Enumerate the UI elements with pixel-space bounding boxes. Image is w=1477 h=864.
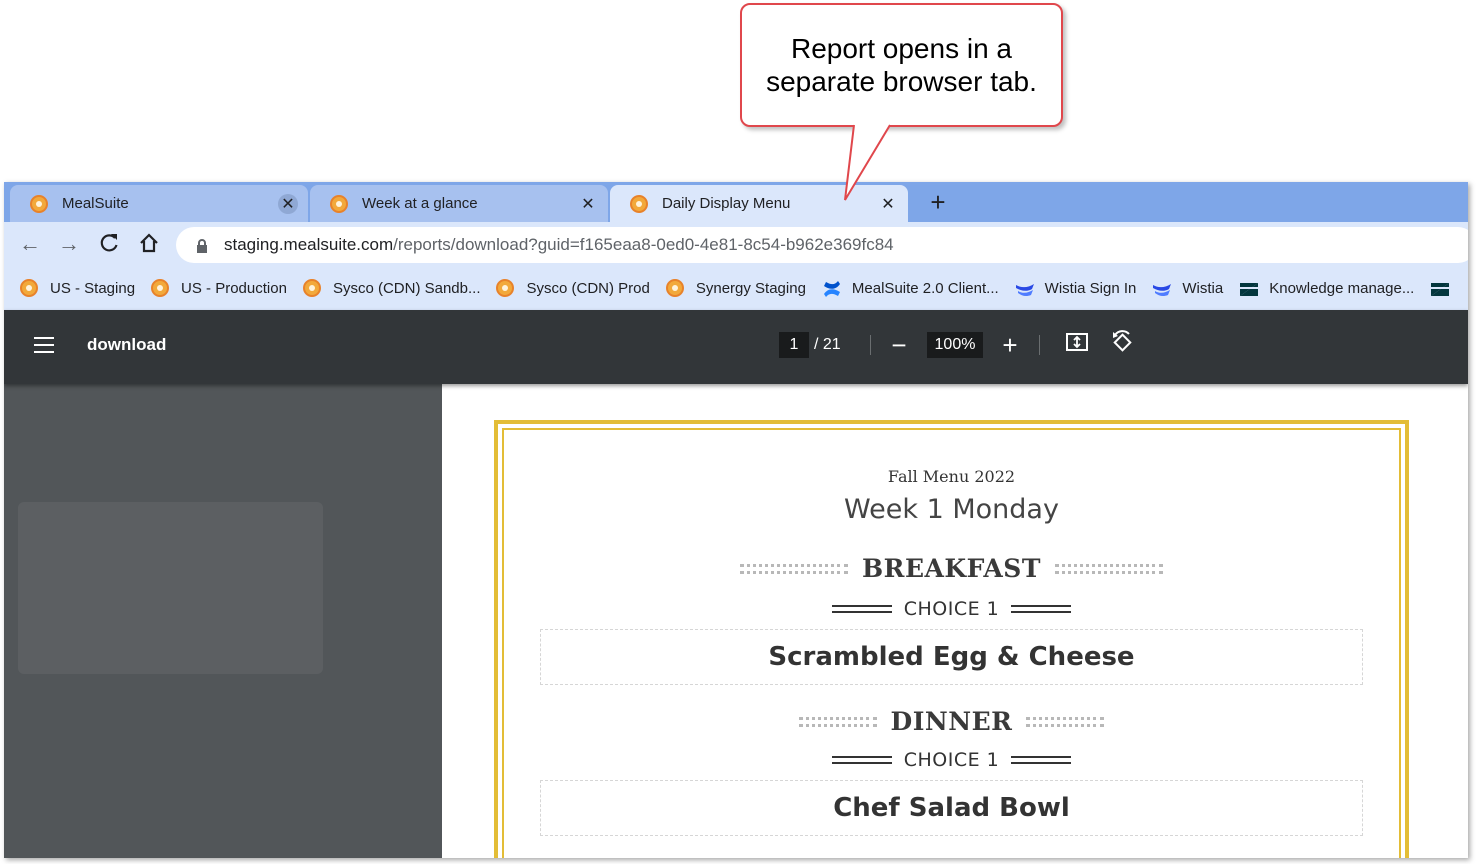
- dotted-divider: [1026, 716, 1105, 727]
- zoom-in-icon[interactable]: +: [995, 330, 1025, 360]
- browser-toolbar: ← → staging.mealsuite.com/reports/downlo…: [4, 222, 1468, 266]
- choice-heading: CHOICE 1: [498, 749, 1405, 771]
- url-host: staging.mealsuite.com: [224, 235, 394, 254]
- thumbnail-sidebar: [4, 384, 442, 858]
- toolbar-divider: [1039, 335, 1040, 355]
- bookmark-synergy-staging[interactable]: Synergy Staging: [665, 279, 806, 297]
- home-icon[interactable]: [137, 232, 161, 256]
- bookmark-label: Synergy Staging: [695, 279, 806, 297]
- zoom-level-input[interactable]: 100%: [927, 332, 983, 358]
- mealsuite-icon: [496, 279, 515, 297]
- choice-label: CHOICE 1: [903, 598, 1000, 620]
- dotted-divider: [798, 716, 877, 727]
- bookmark-sysco-prod[interactable]: Sysco (CDN) Prod: [496, 279, 650, 297]
- new-tab-button[interactable]: +: [924, 188, 952, 216]
- bookmark-overflow[interactable]: [1430, 279, 1460, 297]
- callout-annotation: Report opens in a separate browser tab.: [740, 3, 1063, 127]
- bookmark-label: Knowledge manage...: [1269, 279, 1415, 297]
- bookmark-label: Sysco (CDN) Prod: [526, 279, 650, 297]
- pdf-page: Fall Menu 2022 Week 1 Monday BREAKFAST C…: [494, 420, 1409, 858]
- dotted-divider: [1054, 563, 1163, 574]
- meal-title: BREAKFAST: [862, 554, 1041, 583]
- tab-week-at-a-glance[interactable]: Week at a glance ✕: [310, 185, 608, 222]
- rotate-icon[interactable]: [1107, 330, 1137, 360]
- zoom-out-icon[interactable]: −: [884, 330, 914, 360]
- bookmark-label: MealSuite 2.0 Client...: [851, 279, 999, 297]
- tab-label: Daily Display Menu: [662, 195, 791, 212]
- menu-icon[interactable]: [34, 337, 54, 353]
- bookmark-label: US - Production: [181, 279, 287, 297]
- fit-to-page-icon[interactable]: [1062, 330, 1092, 360]
- bookmark-mealsuite-client[interactable]: MealSuite 2.0 Client...: [822, 279, 999, 297]
- bookmark-label: Wistia: [1182, 279, 1224, 297]
- mealsuite-icon: [630, 194, 648, 213]
- meal-section-breakfast: BREAKFAST: [498, 554, 1405, 583]
- bookmark-wistia-sign-in[interactable]: Wistia Sign In: [1015, 279, 1137, 297]
- close-icon[interactable]: ✕: [278, 194, 298, 214]
- tab-label: MealSuite: [62, 195, 129, 212]
- menu-subtitle: Fall Menu 2022: [887, 467, 1016, 486]
- double-line-divider: [1011, 756, 1072, 764]
- dotted-divider: [740, 563, 849, 574]
- mealsuite-icon: [330, 194, 348, 213]
- zendesk-icon: [1239, 279, 1260, 297]
- browser-window: MealSuite ✕ Week at a glance ✕ Daily Dis…: [4, 182, 1468, 858]
- bookmark-sysco-sandbox[interactable]: Sysco (CDN) Sandb...: [302, 279, 481, 297]
- tab-label: Week at a glance: [362, 195, 478, 212]
- tab-daily-display-menu[interactable]: Daily Display Menu ✕: [610, 185, 908, 222]
- sidebar-panel: [18, 502, 323, 674]
- toolbar-divider: [870, 335, 871, 355]
- choice-label: CHOICE 1: [903, 749, 1000, 771]
- page-number-input[interactable]: 1: [779, 332, 809, 358]
- back-arrow-icon[interactable]: ←: [18, 232, 42, 256]
- dish-item: Chef Salad Bowl: [540, 780, 1363, 836]
- forward-arrow-icon[interactable]: →: [57, 232, 81, 256]
- bookmark-knowledge-manage[interactable]: Knowledge manage...: [1239, 279, 1414, 297]
- mealsuite-icon: [20, 279, 38, 297]
- close-icon[interactable]: ✕: [578, 194, 598, 214]
- tab-strip: MealSuite ✕ Week at a glance ✕ Daily Dis…: [4, 182, 1468, 222]
- mealsuite-icon: [151, 279, 170, 297]
- double-line-divider: [831, 605, 892, 613]
- bookmarks-bar: US - Staging US - Production Sysco (CDN)…: [4, 266, 1468, 310]
- url-path: /reports/download?guid=f165eaa8-0ed0-4e8…: [393, 235, 894, 254]
- double-line-divider: [1011, 605, 1072, 613]
- double-line-divider: [831, 756, 892, 764]
- pdf-viewer-toolbar: download 1 / 21 − 100% +: [4, 310, 1468, 384]
- callout-text: Report opens in a separate browser tab.: [766, 33, 1037, 97]
- reload-icon[interactable]: [97, 232, 121, 256]
- document-title: download: [87, 335, 167, 354]
- dish-item: Scrambled Egg & Cheese: [540, 629, 1363, 685]
- menu-day: Week 1 Monday: [844, 494, 1059, 525]
- close-icon[interactable]: ✕: [878, 194, 898, 214]
- wistia-icon: [1015, 279, 1034, 297]
- mealsuite-icon: [302, 279, 321, 297]
- bookmark-us-staging[interactable]: US - Staging: [20, 279, 135, 297]
- wistia-icon: [1152, 279, 1172, 297]
- bookmark-wistia[interactable]: Wistia: [1152, 279, 1223, 297]
- zendesk-icon: [1430, 279, 1451, 297]
- mealsuite-icon: [665, 279, 684, 297]
- bookmark-label: Wistia Sign In: [1044, 279, 1137, 297]
- address-bar[interactable]: staging.mealsuite.com/reports/download?g…: [176, 227, 1468, 263]
- page-total: / 21: [814, 336, 841, 353]
- tab-mealsuite[interactable]: MealSuite ✕: [10, 185, 308, 222]
- bookmark-label: US - Staging: [50, 279, 136, 297]
- lock-icon: [196, 238, 208, 253]
- confluence-icon: [822, 279, 840, 297]
- bookmark-label: Sysco (CDN) Sandb...: [332, 279, 481, 297]
- meal-title: DINNER: [890, 707, 1013, 736]
- choice-heading: CHOICE 1: [498, 598, 1405, 620]
- mealsuite-icon: [30, 194, 48, 213]
- bookmark-us-production[interactable]: US - Production: [151, 279, 287, 297]
- meal-section-dinner: DINNER: [498, 707, 1405, 736]
